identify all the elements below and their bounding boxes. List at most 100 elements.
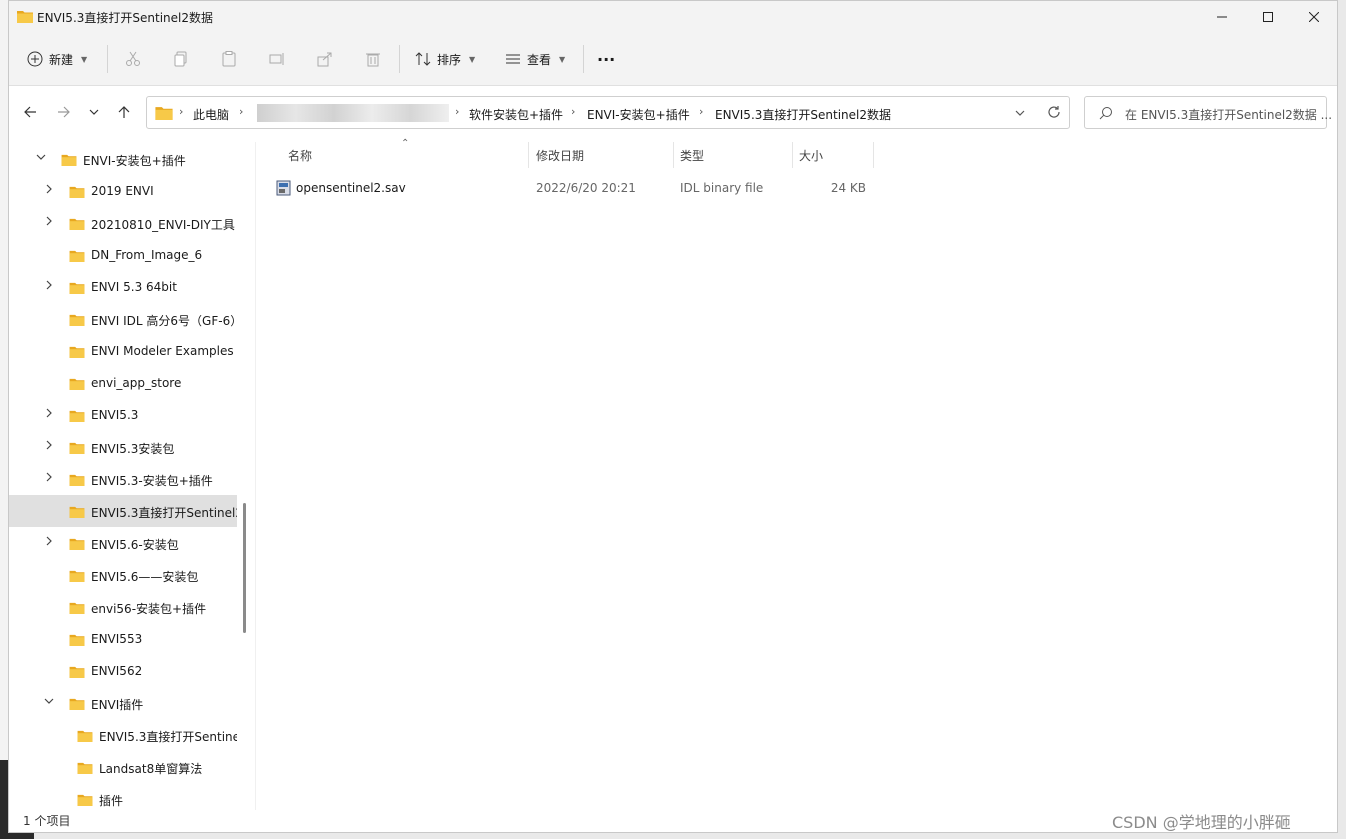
folder-icon — [155, 105, 173, 123]
nav-tree-item[interactable]: envi_app_store — [9, 367, 237, 399]
cut-icon[interactable] — [121, 47, 145, 71]
paste-icon[interactable] — [217, 47, 241, 71]
view-label: 查看 — [527, 52, 552, 67]
nav-tree-item[interactable]: ENVI5.6——安装包 — [9, 559, 237, 591]
chevron-right-icon[interactable] — [42, 440, 56, 453]
sort-button[interactable]: 排序 ▼ — [415, 45, 475, 73]
nav-tree-label: 插件 — [99, 794, 124, 808]
nav-tree-item[interactable]: ENVI553 — [9, 623, 237, 655]
nav-tree-item[interactable]: ENVI插件 — [9, 687, 237, 719]
chevron-right-icon[interactable] — [42, 216, 56, 229]
new-button[interactable]: 新建 ▼ — [27, 45, 87, 73]
up-arrow-icon[interactable] — [111, 99, 137, 125]
nav-tree-item[interactable]: 2019 ENVI — [9, 175, 237, 207]
nav-tree-item[interactable]: ENVI5.3 — [9, 399, 237, 431]
column-header-size[interactable]: 大小 — [799, 147, 823, 169]
search-icon — [1099, 106, 1113, 123]
nav-tree-item[interactable]: ENVI562 — [9, 655, 237, 687]
chevron-down-icon[interactable] — [34, 152, 48, 165]
folder-icon — [69, 697, 85, 713]
delete-icon[interactable] — [361, 47, 385, 71]
sort-label: 排序 — [437, 52, 462, 67]
pane-divider[interactable] — [255, 142, 256, 810]
search-box[interactable]: 在 ENVI5.3直接打开Sentinel2数据 ... — [1084, 96, 1332, 129]
nav-scrollbar[interactable] — [243, 503, 246, 633]
folder-icon — [69, 441, 85, 457]
breadcrumb-item[interactable]: ENVI5.3直接打开Sentinel2数据 — [715, 106, 891, 123]
nav-tree-item[interactable]: Landsat8单窗算法 — [9, 751, 237, 783]
nav-tree-label: ENVI5.3直接打开Sentinel — [99, 730, 237, 744]
file-type: IDL binary file — [680, 181, 764, 195]
file-size: 24 KB — [830, 181, 866, 195]
breadcrumb-this-pc[interactable]: 此电脑 — [193, 106, 229, 123]
nav-tree-item[interactable]: envi56-安装包+插件 — [9, 591, 237, 623]
folder-icon — [69, 377, 85, 393]
nav-tree-label: ENVI5.3-安装包+插件 — [91, 474, 213, 488]
watermark: CSDN @学地理的小胖砸 — [1112, 813, 1291, 832]
nav-tree-label: envi_app_store — [91, 376, 182, 390]
nav-tree-label: envi56-安装包+插件 — [91, 602, 207, 616]
close-button[interactable] — [1291, 1, 1337, 33]
toolbar-divider — [107, 45, 108, 73]
nav-tree-label: ENVI 5.3 64bit — [91, 280, 177, 294]
nav-tree-item[interactable]: 20210810_ENVI-DIY工具 — [9, 207, 237, 239]
navigation-pane: ENVI-安装包+插件 2019 ENVI 20210810_ENVI-DIY工具 D… — [9, 142, 255, 810]
forward-arrow-icon[interactable] — [51, 99, 77, 125]
nav-tree-label: ENVI5.6-安装包 — [91, 538, 179, 552]
nav-tree-label: Landsat8单窗算法 — [99, 762, 203, 776]
toolbar-divider — [399, 45, 400, 73]
breadcrumb-item[interactable]: 软件安装包+插件 — [469, 106, 563, 123]
nav-tree-item[interactable]: ENVI5.3直接打开Sentinel2 — [9, 495, 237, 527]
nav-tree-item[interactable]: ENVI5.3安装包 — [9, 431, 237, 463]
nav-tree-label: ENVI Modeler Examples — [91, 344, 234, 358]
nav-tree-item[interactable]: ENVI5.3-安装包+插件 — [9, 463, 237, 495]
column-header-modified[interactable]: 修改日期 — [536, 147, 584, 169]
chevron-right-icon: › — [239, 105, 244, 118]
column-header-type[interactable]: 类型 — [680, 147, 704, 169]
address-history-chevron-icon[interactable] — [1015, 107, 1025, 121]
rename-icon[interactable] — [265, 47, 289, 71]
nav-tree-item[interactable]: ENVI5.6-安装包 — [9, 527, 237, 559]
nav-tree-item[interactable]: ENVI 5.3 64bit — [9, 271, 237, 303]
nav-tree-item[interactable]: ENVI IDL 高分6号（GF-6） — [9, 303, 237, 335]
recent-locations-chevron-icon[interactable] — [81, 99, 107, 125]
folder-icon — [69, 345, 85, 361]
folder-icon — [69, 601, 85, 617]
more-options-button[interactable]: ··· — [597, 45, 615, 73]
breadcrumb-item[interactable]: ENVI-安装包+插件 — [587, 106, 690, 123]
address-bar[interactable]: › 此电脑 › › 软件安装包+插件 › ENVI-安装包+插件 › ENVI5… — [146, 96, 1070, 129]
column-divider[interactable] — [792, 142, 793, 168]
nav-tree-item[interactable]: ENVI Modeler Examples — [9, 335, 237, 367]
status-item-count: 1 个项目 — [23, 814, 71, 828]
chevron-down-icon[interactable] — [42, 696, 56, 709]
file-name: opensentinel2.sav — [296, 181, 406, 195]
new-label: 新建 — [49, 52, 74, 67]
minimize-button[interactable] — [1199, 1, 1245, 33]
nav-tree-item[interactable]: 插件 — [9, 783, 237, 810]
nav-tree-item[interactable]: ENVI-安装包+插件 — [9, 143, 237, 175]
nav-tree-item[interactable]: DN_From_Image_6 — [9, 239, 237, 271]
nav-tree-label: ENVI553 — [91, 632, 143, 646]
nav-tree-label: ENVI插件 — [91, 698, 144, 712]
column-divider[interactable] — [528, 142, 529, 168]
idl-file-icon — [276, 180, 292, 199]
back-arrow-icon[interactable] — [17, 99, 43, 125]
chevron-right-icon[interactable] — [42, 536, 56, 549]
nav-tree-item[interactable]: ENVI5.3直接打开Sentinel — [9, 719, 237, 751]
column-divider[interactable] — [873, 142, 874, 168]
refresh-icon[interactable] — [1047, 105, 1061, 122]
chevron-right-icon[interactable] — [42, 408, 56, 421]
column-header-name[interactable]: 名称 — [288, 147, 312, 169]
copy-icon[interactable] — [169, 47, 193, 71]
maximize-button[interactable] — [1245, 1, 1291, 33]
view-list-icon — [506, 54, 520, 64]
column-divider[interactable] — [673, 142, 674, 168]
nav-tree-label: ENVI5.3安装包 — [91, 442, 175, 456]
chevron-right-icon[interactable] — [42, 184, 56, 197]
window-title: ENVI5.3直接打开Sentinel2数据 — [37, 11, 213, 25]
chevron-right-icon[interactable] — [42, 280, 56, 293]
chevron-down-icon: ▼ — [81, 54, 88, 64]
view-button[interactable]: 查看 ▼ — [505, 45, 565, 73]
share-icon[interactable] — [313, 47, 337, 71]
chevron-right-icon[interactable] — [42, 472, 56, 485]
